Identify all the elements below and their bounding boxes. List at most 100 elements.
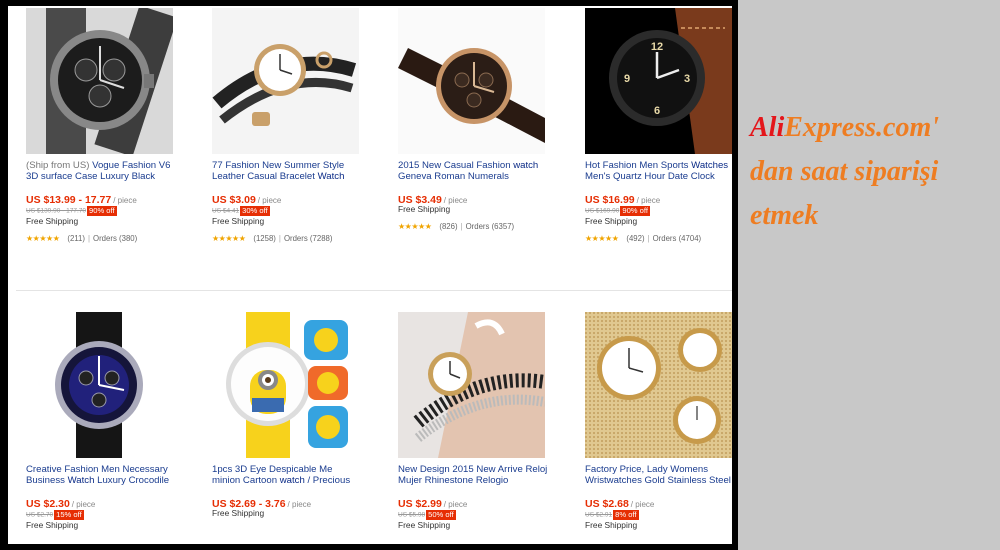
- original-price: US $2.91: [585, 511, 613, 519]
- original-price-row: US $169.90 90% off: [585, 205, 732, 216]
- discount-badge: 30% off: [240, 205, 270, 216]
- product-image[interactable]: [585, 312, 732, 458]
- title-suffix: Geneva Roman Numerals: [398, 171, 509, 182]
- price-unit: / piece: [630, 500, 655, 509]
- product-card[interactable]: 1pcs 3D Eye Despicable Me minion Cartoon…: [212, 312, 372, 519]
- discount-badge: 90% off: [620, 205, 650, 216]
- caption-line-2: dan saat siparişi: [750, 156, 939, 187]
- svg-text:3: 3: [684, 73, 690, 85]
- product-title-link[interactable]: 77 Fashion New Summer Style Leather Casu…: [212, 160, 362, 182]
- review-count-link[interactable]: (826): [439, 222, 457, 231]
- product-title-link[interactable]: (Ship from US) Vogue Fashion V6 3D surfa…: [26, 160, 176, 182]
- product-title-link[interactable]: Creative Fashion Men Necessary Business …: [26, 464, 176, 486]
- product-title-link[interactable]: 1pcs 3D Eye Despicable Me minion Cartoon…: [212, 464, 362, 486]
- original-price-row: US $2.91 8% off: [585, 509, 732, 520]
- rating-stars[interactable]: ★★★★★: [585, 234, 619, 243]
- title-keyword: watch: [279, 475, 305, 486]
- product-card[interactable]: New Design 2015 New Arrive Reloj Mujer R…: [398, 312, 558, 531]
- price-unit: / piece: [636, 196, 661, 205]
- caption-line-1: AliExpress.com': [750, 106, 1000, 150]
- original-price: US $169.90: [585, 207, 620, 215]
- price-row: US $2.69 - 3.76/ piece: [212, 494, 372, 510]
- original-price: US $4.41: [212, 207, 240, 215]
- discount-badge: 50% off: [426, 509, 456, 520]
- caption-brand-rest: Express.com': [784, 112, 940, 143]
- product-image[interactable]: [212, 8, 359, 154]
- product-card[interactable]: Creative Fashion Men Necessary Business …: [26, 312, 186, 531]
- price-row: US $3.49/ piece: [398, 190, 558, 206]
- price-unit: / piece: [443, 500, 468, 509]
- rating-stars[interactable]: ★★★★★: [26, 234, 60, 243]
- title-keyword: Watch: [67, 475, 95, 486]
- caption-text: AliExpress.com' dan saat siparişi etmek: [750, 106, 1000, 238]
- svg-text:9: 9: [624, 73, 630, 85]
- product-image[interactable]: [398, 8, 545, 154]
- product-card[interactable]: 2015 New Casual Fashion watch Geneva Rom…: [398, 8, 558, 232]
- shipping-label: Free Shipping: [398, 520, 451, 530]
- price-unit: / piece: [71, 500, 96, 509]
- title-text: New Design 2015 New Arrive Reloj Mujer R…: [398, 464, 548, 486]
- original-price-row: US $4.41 30% off: [212, 205, 372, 216]
- product-title-link[interactable]: Factory Price, Lady Womens Wristwatches …: [585, 464, 732, 486]
- shipping-label: Free Shipping: [585, 216, 638, 226]
- caption-line-3: etmek: [750, 200, 819, 231]
- review-count-link[interactable]: (211): [67, 234, 85, 243]
- original-price: US $2.70: [26, 511, 54, 519]
- shipping-label: Free Shipping: [26, 216, 79, 226]
- review-count-link[interactable]: (492): [626, 234, 644, 243]
- svg-text:6: 6: [654, 105, 660, 117]
- rating-row: ★★★★★ (211) | Orders (380): [26, 233, 186, 244]
- title-suffix: / Precious: [304, 475, 351, 486]
- meta-separator: |: [278, 234, 281, 243]
- product-image[interactable]: [26, 8, 173, 154]
- price-row: US $2.99/ piece: [398, 494, 558, 510]
- shipping-label: Free Shipping: [212, 508, 265, 518]
- title-prefix: (Ship from US): [26, 160, 90, 171]
- product-image[interactable]: [26, 312, 173, 458]
- price-unit: / piece: [287, 500, 312, 509]
- rating-row: ★★★★★ (1258) | Orders (7288): [212, 233, 372, 244]
- product-title-link[interactable]: New Design 2015 New Arrive Reloj Mujer R…: [398, 464, 548, 486]
- orders-count-link[interactable]: Orders (6357): [466, 222, 515, 231]
- title-suffix: Men's Quartz Hour Date Clock: [585, 171, 715, 182]
- orders-count-link[interactable]: Orders (380): [93, 234, 137, 243]
- original-price: US $5.98: [398, 511, 426, 519]
- title-text: Hot Fashion Men Sports: [585, 160, 692, 171]
- discount-badge: 15% off: [54, 509, 84, 520]
- rating-stars[interactable]: ★★★★★: [398, 222, 432, 231]
- original-price-row: US $5.98 50% off: [398, 509, 558, 520]
- product-grid: (Ship from US) Vogue Fashion V6 3D surfa…: [8, 6, 732, 544]
- product-image[interactable]: 12 3 6 9: [585, 8, 732, 154]
- title-suffix: Luxury Crocodile: [94, 475, 170, 486]
- price-row: US $13.99 - 17.77/ piece: [26, 190, 186, 206]
- rating-row: ★★★★★ (826) | Orders (6357): [398, 221, 558, 232]
- price-row: US $3.09/ piece: [212, 190, 372, 206]
- meta-separator: |: [87, 234, 91, 243]
- shipping-label: Free Shipping: [585, 520, 638, 530]
- review-count-link[interactable]: (1258): [253, 234, 276, 243]
- product-card[interactable]: Factory Price, Lady Womens Wristwatches …: [585, 312, 732, 531]
- title-keyword: watch: [513, 160, 539, 171]
- product-card[interactable]: 77 Fashion New Summer Style Leather Casu…: [212, 8, 372, 244]
- product-title-link[interactable]: Hot Fashion Men Sports Watches Men's Qua…: [585, 160, 732, 182]
- title-text: 2015 New Casual Fashion: [398, 160, 514, 171]
- shipping-label: Free Shipping: [398, 204, 451, 214]
- price-row: US $16.99/ piece: [585, 190, 732, 206]
- title-text: Factory Price, Lady Womens Wristwatches …: [585, 464, 731, 486]
- title-keyword: Watches: [691, 160, 729, 171]
- price-row: US $2.68/ piece: [585, 494, 732, 510]
- orders-count-link[interactable]: Orders (4704): [653, 234, 702, 243]
- product-title-link[interactable]: 2015 New Casual Fashion watch Geneva Rom…: [398, 160, 548, 182]
- caption-brand-ali: Ali: [750, 112, 785, 143]
- shipping-label: Free Shipping: [212, 216, 265, 226]
- orders-count-link[interactable]: Orders (7288): [284, 234, 333, 243]
- row-divider: [16, 290, 732, 291]
- price-unit: / piece: [113, 196, 137, 205]
- product-card[interactable]: (Ship from US) Vogue Fashion V6 3D surfa…: [26, 8, 186, 244]
- product-card[interactable]: 12 3 6 9 Hot Fashion Men Sports Watches Men…: [585, 8, 732, 244]
- product-image[interactable]: [212, 312, 359, 458]
- product-image[interactable]: [398, 312, 545, 458]
- meta-separator: |: [460, 222, 463, 231]
- discount-badge: 8% off: [613, 509, 639, 520]
- rating-stars[interactable]: ★★★★★: [212, 234, 246, 243]
